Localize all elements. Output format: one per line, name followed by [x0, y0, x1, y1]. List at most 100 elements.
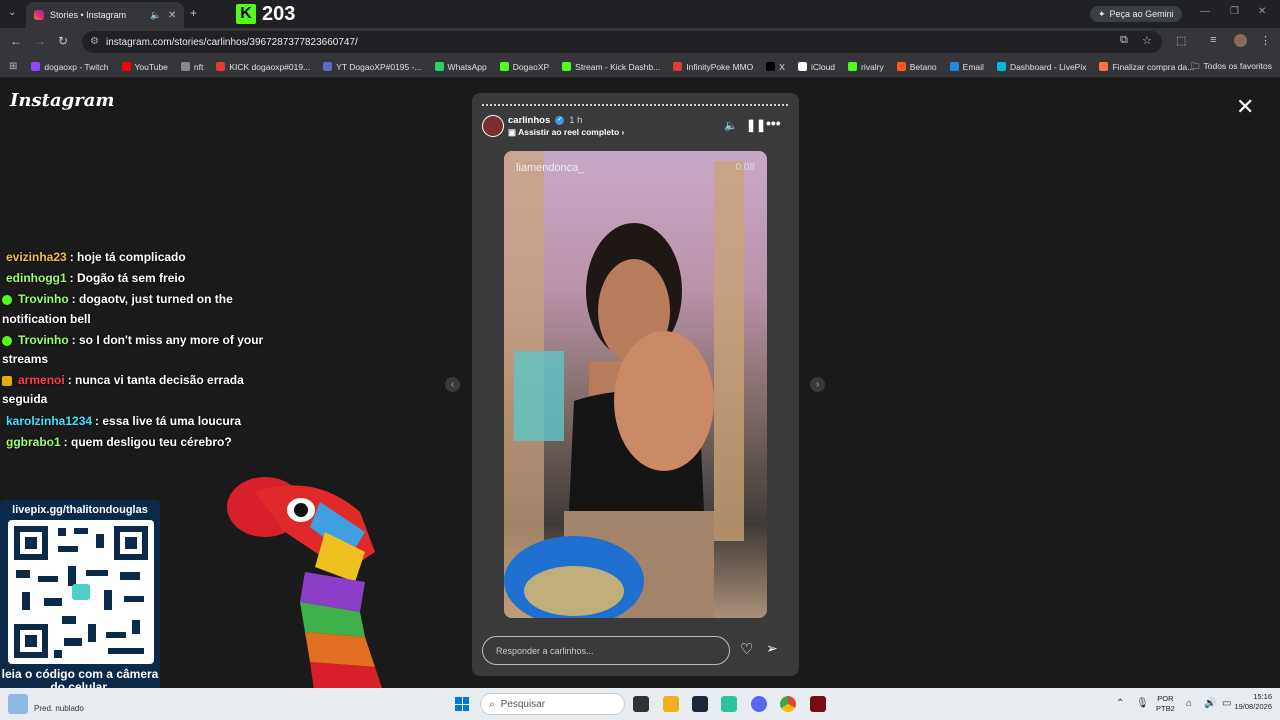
back-arrow-icon[interactable]: ← [10, 34, 22, 48]
url-field[interactable]: ⚙ instagram.com/stories/carlinhos/396728… [82, 31, 1162, 53]
lang-line-2: PTB2 [1156, 703, 1175, 713]
close-tab-icon[interactable]: ✕ [168, 10, 176, 21]
bookmark-item[interactable]: dogaoxp - Twitch [31, 61, 109, 72]
qr-url: livepix.gg/thalitondouglas [12, 504, 148, 516]
embedded-timestamp: 0:08 [735, 162, 755, 173]
tab-title: Stories • Instagram [50, 10, 127, 20]
kick-logo-icon: K [236, 4, 256, 24]
bookmark-item[interactable]: Betano [896, 62, 937, 72]
audio-icon[interactable]: 🔈 [150, 10, 161, 21]
bookmark-item[interactable]: X [766, 62, 785, 72]
steam-icon[interactable] [692, 696, 708, 712]
bookmark-item[interactable]: rivalry [848, 62, 884, 72]
app-icon-2[interactable] [810, 696, 826, 712]
bookmark-item[interactable]: nft [180, 62, 203, 72]
bookmark-favicon-icon [434, 62, 444, 71]
mic-icon[interactable]: 🎙 [1136, 698, 1149, 709]
taskbar-search-input[interactable]: ⌕ Pesquisar [480, 693, 625, 715]
instagram-favicon-icon [34, 10, 44, 20]
bookmark-item[interactable]: WhatsApp [434, 62, 487, 72]
chat-username: Trovinho [18, 332, 69, 347]
bookmark-item[interactable]: Email [949, 62, 984, 72]
minimize-icon[interactable]: — [1200, 6, 1210, 17]
watch-full-reel-link[interactable]: ▣ Assistir ao reel completo › [508, 127, 624, 138]
like-heart-icon[interactable]: ♡ [740, 640, 753, 658]
bookmark-favicon-icon [673, 62, 683, 71]
discord-icon[interactable] [751, 696, 767, 712]
network-icon[interactable]: ⌂ [1186, 698, 1192, 709]
windows-start-icon[interactable] [455, 697, 469, 711]
new-tab-icon[interactable]: + [190, 6, 197, 20]
embedded-username: liamendonca_ [516, 162, 585, 174]
app-icon[interactable] [721, 696, 737, 712]
tray-chevron-icon[interactable]: ⌃ [1116, 698, 1124, 709]
chat-message: Trovinho: so I don't miss any more of yo… [2, 331, 272, 369]
bookmark-item[interactable]: InfinityPoke MMO [673, 62, 753, 72]
close-story-icon[interactable]: ✕ [1236, 94, 1254, 120]
pause-icon[interactable]: ❚❚ [746, 118, 766, 132]
reply-input[interactable]: Responder a carlinhos... [482, 636, 730, 665]
task-view-icon[interactable] [633, 696, 649, 712]
site-info-icon[interactable]: ⚙ [90, 36, 102, 48]
bookmark-favicon-icon [216, 62, 226, 71]
reading-list-icon[interactable]: ≡ [1210, 34, 1216, 46]
chat-text: : quem desligou teu cérebro? [63, 434, 232, 449]
livepix-qr-panel: livepix.gg/thalitondouglas leia o código… [0, 500, 160, 702]
bookmark-item[interactable]: Finalizar compra da... [1099, 62, 1194, 72]
tab-instagram[interactable]: Stories • Instagram 🔈 ✕ [26, 2, 184, 28]
send-icon[interactable]: ➢ [766, 640, 778, 657]
extensions-icon[interactable]: ⬚ [1176, 34, 1186, 47]
chrome-icon[interactable] [780, 696, 796, 712]
apps-grid-icon[interactable]: ⊞ [9, 61, 17, 72]
story-progress-bar [482, 104, 788, 106]
story-viewer: carlinhos ✓ 1 h ▣ Assistir ao reel compl… [472, 93, 799, 676]
tab-list-chevron-icon[interactable]: ⌄ [8, 7, 16, 18]
next-story-arrow-icon[interactable]: › [810, 377, 825, 392]
profile-avatar[interactable] [1234, 34, 1247, 47]
bookmark-item[interactable]: Dashboard - LivePix [996, 62, 1086, 72]
install-app-icon[interactable]: ⧉ [1120, 34, 1128, 47]
qr-code-pattern [14, 526, 148, 658]
story-video[interactable]: liamendonca_ 0:08 [504, 151, 767, 618]
bookmark-item[interactable]: YT DogaoXP#0195 -... [323, 62, 422, 72]
bookmark-item[interactable]: Stream - Kick Dashb... [562, 62, 660, 72]
weather-icon[interactable] [8, 694, 28, 714]
bookmark-label: dogaoxp - Twitch [44, 61, 109, 72]
menu-kebab-icon[interactable]: ⋮ [1260, 34, 1271, 47]
folder-icon: 🗀 [1190, 61, 1200, 71]
volume-icon[interactable]: 🔈 [724, 119, 738, 132]
file-explorer-icon[interactable] [663, 696, 679, 712]
story-avatar[interactable] [482, 115, 504, 137]
forward-arrow-icon[interactable]: → [34, 34, 46, 48]
window-close-icon[interactable]: ✕ [1258, 6, 1266, 17]
bookmark-item[interactable]: iCloud [797, 61, 836, 72]
reload-icon[interactable]: ↻ [58, 34, 68, 48]
bookmark-label: iCloud [810, 61, 836, 72]
more-options-icon[interactable]: ••• [766, 115, 781, 131]
all-favorites-label: Todos os favoritos [1203, 61, 1272, 71]
watch-full-label: Assistir ao reel completo [518, 127, 620, 137]
chat-message: evizinha23: hoje tá complicado [2, 248, 272, 267]
chat-message: ggbrabo1: quem desligou teu cérebro? [2, 433, 272, 452]
battery-icon[interactable]: ▭ [1222, 698, 1231, 709]
volume-tray-icon[interactable]: 🔊 [1204, 698, 1216, 709]
bookmark-favicon-icon [1099, 62, 1109, 71]
chat-username: ggbrabo1 [6, 434, 61, 449]
chat-message: edinhogg1: Dogão tá sem freio [2, 269, 272, 288]
bookmark-item[interactable]: YouTube [121, 62, 168, 72]
bookmark-star-icon[interactable]: ☆ [1142, 34, 1152, 47]
clock[interactable]: 15:16 19/08/2026 [1234, 692, 1272, 712]
bookmark-item[interactable]: KICK dogaoxp#019... [216, 62, 310, 72]
bookmarks-bar: ⊞ dogaoxp - Twitch YouTube nft KICK dogaoxp… [0, 56, 1280, 78]
story-username[interactable]: carlinhos [508, 115, 550, 126]
all-favorites-folder[interactable]: 🗀 Todos os favoritos [1191, 61, 1272, 75]
input-language[interactable]: POR PTB2 [1156, 694, 1175, 714]
gemini-button[interactable]: ✦ Peça ao Gemini [1090, 6, 1182, 22]
maximize-icon[interactable]: ❐ [1230, 6, 1239, 17]
instagram-logo[interactable]: Instagram [10, 90, 114, 111]
chat-message: Trovinho: dogaotv, just turned on the no… [2, 290, 272, 328]
previous-story-arrow-icon[interactable]: ‹ [445, 377, 460, 392]
bookmark-item[interactable]: DogaoXP [499, 62, 549, 72]
subscriber-badge-icon [2, 295, 12, 306]
bookmark-label: Stream - Kick Dashb... [575, 61, 661, 72]
